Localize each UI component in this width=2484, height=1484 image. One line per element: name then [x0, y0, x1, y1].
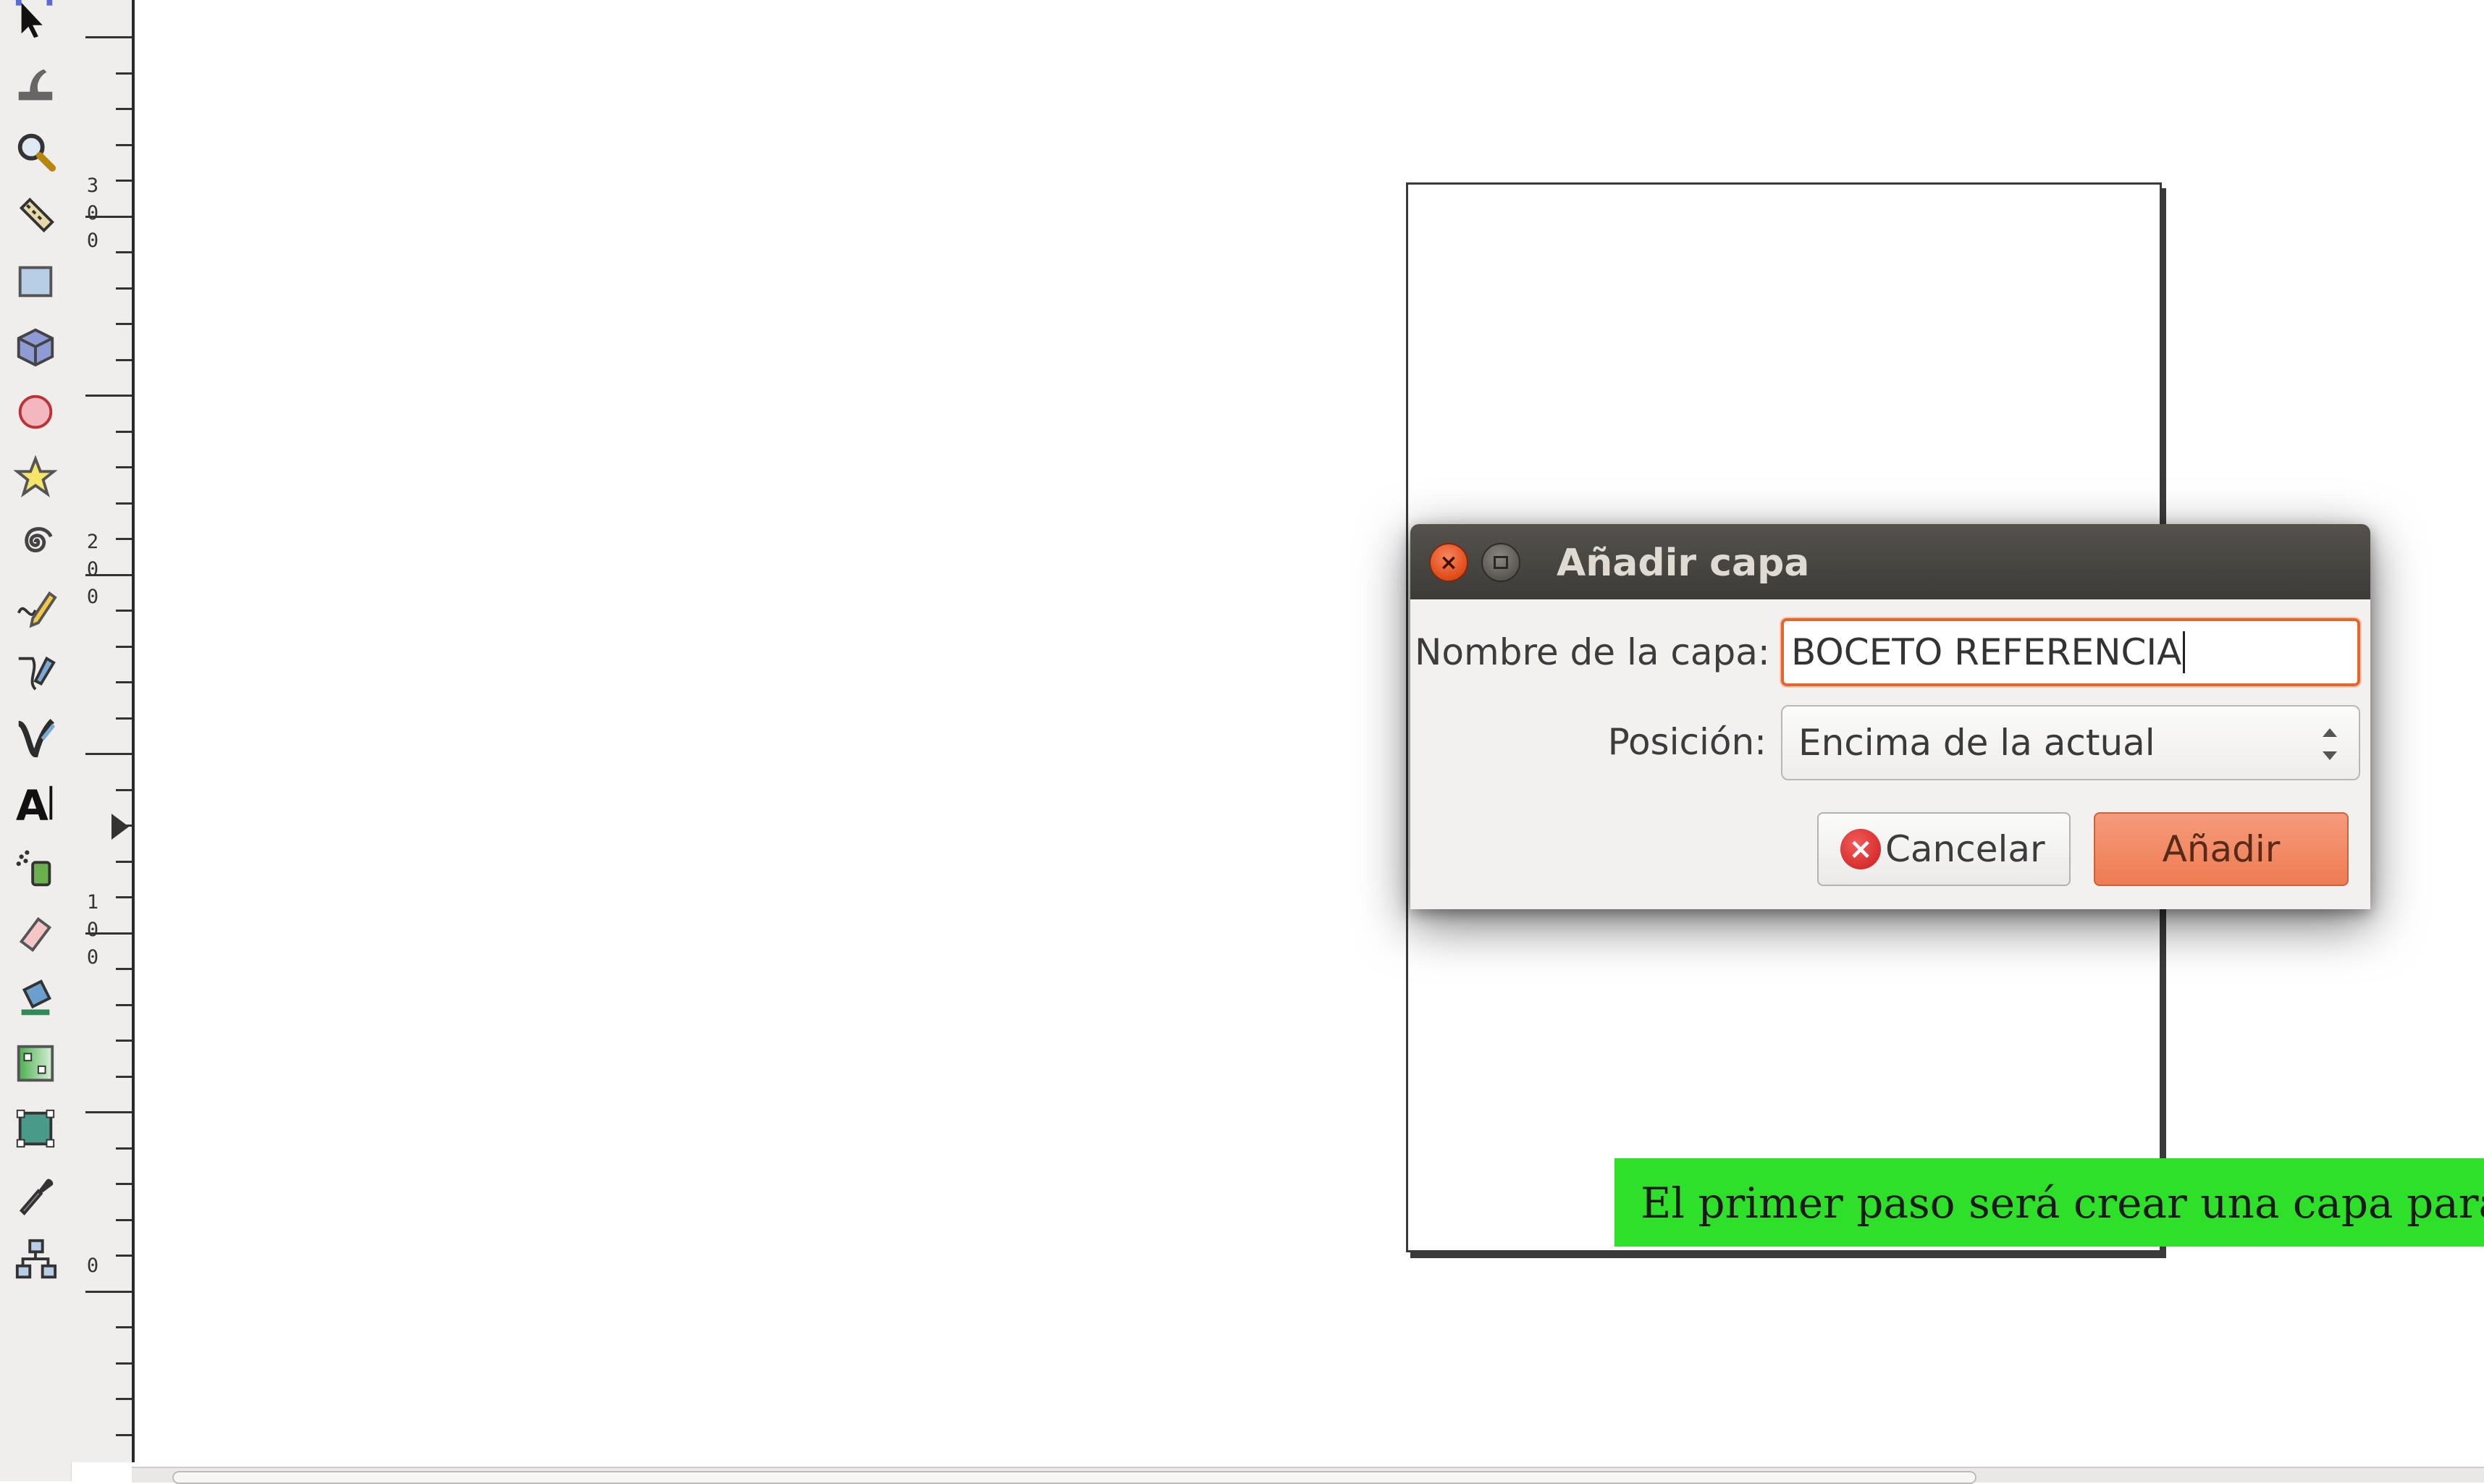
ruler-position-marker: [111, 814, 129, 840]
svg-text:A: A: [16, 780, 49, 825]
ruler-tick: [85, 753, 132, 755]
ruler-tick: [116, 789, 132, 791]
ruler-tick: [116, 861, 132, 863]
ruler-tick: [116, 1219, 132, 1221]
paint-bucket-tool-icon[interactable]: [9, 971, 62, 1025]
text-tool-icon[interactable]: A: [9, 776, 62, 830]
layer-name-input[interactable]: BOCETO REFERENCIA: [1781, 618, 2360, 686]
ellipse-tool-icon[interactable]: [9, 385, 62, 439]
ruler-tick: [116, 681, 132, 683]
close-icon: ×: [1439, 549, 1458, 576]
maximize-icon: [1494, 556, 1508, 569]
ruler-tick: [116, 323, 132, 325]
cancel-label: Cancelar: [1885, 828, 2045, 870]
maximize-button[interactable]: [1481, 543, 1520, 582]
spiral-tool-icon[interactable]: [9, 515, 62, 569]
ruler-tick: [116, 180, 132, 182]
rectangle-tool-icon[interactable]: [9, 255, 62, 308]
cancel-button[interactable]: × Cancelar: [1817, 812, 2071, 886]
measure-tool-icon[interactable]: [9, 190, 62, 243]
ruler-tick: [116, 359, 132, 361]
connector-tool-icon[interactable]: [9, 1232, 62, 1286]
layer-name-label: Nombre de la capa:: [1415, 631, 1770, 673]
dialog-title: Añadir capa: [1557, 541, 1810, 585]
ruler-tick: [116, 72, 132, 75]
selector-tool-icon[interactable]: [9, 0, 62, 46]
horizontal-scrollbar[interactable]: [132, 1467, 2484, 1484]
position-select[interactable]: Encima de la actual: [1781, 705, 2360, 780]
cancel-icon: ×: [1840, 829, 1881, 869]
3d-box-tool-icon[interactable]: [9, 320, 62, 374]
ruler-tick: [85, 395, 132, 397]
ruler-label-300: 3 0 0: [86, 174, 99, 252]
position-value: Encima de la actual: [1798, 722, 2155, 764]
scrollbar-thumb[interactable]: [172, 1471, 1976, 1484]
calligraphy-tool-icon[interactable]: [9, 711, 62, 764]
pencil-tool-icon[interactable]: [9, 581, 62, 634]
dialog-titlebar[interactable]: × Añadir capa: [1410, 524, 2370, 599]
ruler-tick: [116, 1326, 132, 1328]
ruler-tick: [116, 1076, 132, 1078]
gradient-tool-icon[interactable]: [9, 1037, 62, 1090]
add-button[interactable]: Añadir: [2094, 812, 2349, 886]
ruler-label-0: 0: [86, 1255, 99, 1277]
ruler-tick: [116, 431, 132, 433]
ruler-tick: [116, 1255, 132, 1257]
toolbox: A: [0, 0, 72, 1481]
ruler-tick: [116, 108, 132, 110]
star-tool-icon[interactable]: [9, 450, 62, 504]
ruler-tick: [116, 1183, 132, 1185]
spray-tool-icon[interactable]: [9, 841, 62, 895]
vertical-ruler[interactable]: 3 0 0 2 0 0 1 0 0 0: [71, 0, 135, 1462]
layer-name-value: BOCETO REFERENCIA: [1791, 631, 2182, 673]
ruler-tick: [116, 717, 132, 720]
ruler-tick: [116, 1362, 132, 1365]
close-button[interactable]: ×: [1429, 543, 1468, 582]
ruler-tick: [116, 538, 132, 540]
ruler-tick: [116, 502, 132, 505]
ruler-tick: [116, 968, 132, 970]
eraser-tool-icon[interactable]: [9, 906, 62, 960]
position-label: Posición:: [1607, 721, 1767, 763]
ruler-tick: [116, 466, 132, 468]
caption-text: El primer paso será crear una capa para: [1641, 1179, 2484, 1228]
ruler-tick: [116, 610, 132, 612]
ruler-tick: [85, 1111, 132, 1113]
ruler-tick: [116, 144, 132, 146]
spinner-arrows-icon: [2323, 725, 2340, 763]
ruler-tick: [116, 896, 132, 898]
ruler-tick: [85, 36, 132, 38]
ruler-tick: [85, 1291, 132, 1293]
ruler-tick: [116, 1004, 132, 1006]
pen-tool-icon[interactable]: [9, 646, 62, 699]
text-caret: [2183, 631, 2186, 673]
ruler-tick: [116, 1398, 132, 1400]
ruler-tick: [116, 287, 132, 290]
ruler-tick: [116, 1040, 132, 1042]
add-label: Añadir: [2162, 828, 2281, 870]
ruler-label-200: 2 0 0: [86, 531, 99, 608]
add-layer-dialog: × Añadir capa Nombre de la capa: BOCETO …: [1410, 524, 2370, 909]
zoom-tool-icon[interactable]: [9, 125, 62, 178]
tweak-tool-icon[interactable]: [9, 59, 62, 113]
mesh-tool-icon[interactable]: [9, 1102, 62, 1155]
ruler-tick: [116, 1434, 132, 1436]
ruler-tick: [116, 251, 132, 253]
ruler-tick: [116, 646, 132, 648]
ruler-tick: [116, 1147, 132, 1150]
tutorial-caption: El primer paso será crear una capa para: [1614, 1158, 2484, 1247]
dropper-tool-icon[interactable]: [9, 1167, 62, 1220]
ruler-label-100: 1 0 0: [86, 891, 99, 969]
